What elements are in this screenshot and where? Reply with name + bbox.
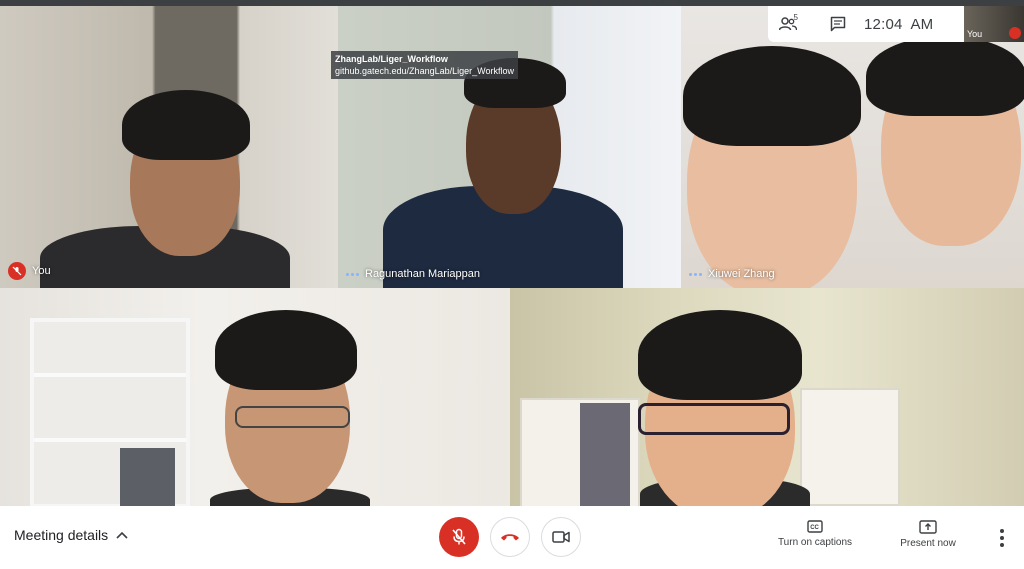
participant-hair-child <box>683 46 861 146</box>
tile-name-label: Ragunathan Mariappan <box>346 268 480 280</box>
self-view-label: You <box>967 29 983 39</box>
captions-button[interactable]: CC Turn on captions <box>775 520 855 548</box>
svg-text:CC: CC <box>810 525 819 531</box>
present-label: Present now <box>900 538 956 549</box>
shelf <box>34 438 186 442</box>
participant-hair <box>122 90 250 160</box>
closet-opening <box>580 403 630 506</box>
self-view-thumbnail[interactable]: You <box>964 6 1024 42</box>
video-tile-you[interactable]: You <box>0 6 338 288</box>
participants-button[interactable]: 5 <box>768 6 808 42</box>
glasses <box>235 406 350 428</box>
meeting-details-label: Meeting details <box>14 527 109 543</box>
tooltip-title: ZhangLab/Liger_Workflow <box>335 54 448 64</box>
video-tile-participant-4[interactable] <box>0 288 510 506</box>
participant-hair <box>866 36 1024 116</box>
mic-off-icon <box>452 528 466 545</box>
tile-name: Ragunathan Mariappan <box>365 268 480 280</box>
video-tile-participant-5[interactable] <box>510 288 1024 506</box>
present-screen-icon <box>919 520 937 534</box>
speaking-indicator-icon <box>689 272 702 276</box>
more-options-button[interactable] <box>992 524 1012 552</box>
tile-name-label: Xiuwei Zhang <box>689 268 775 280</box>
video-camera-icon <box>552 531 570 543</box>
top-right-panel: 5 12:04 AM You <box>768 6 1024 42</box>
tile-name-label: You <box>8 262 51 280</box>
meeting-clock: 12:04 AM <box>864 15 934 33</box>
link-tooltip: ZhangLab/Liger_Workflow github.gatech.ed… <box>331 51 518 79</box>
tile-name: Xiuwei Zhang <box>708 268 775 280</box>
camera-toggle-button[interactable] <box>541 517 581 557</box>
door <box>800 388 900 506</box>
speaking-indicator-icon <box>346 272 359 276</box>
hang-up-icon <box>501 534 519 541</box>
participants-count: 5 <box>793 13 798 22</box>
video-tile-ragunathan[interactable]: Ragunathan Mariappan <box>338 6 681 288</box>
chat-icon <box>830 16 846 32</box>
mic-toggle-button[interactable] <box>439 517 479 557</box>
captions-label: Turn on captions <box>777 537 853 548</box>
chat-button[interactable] <box>818 6 858 42</box>
more-vert-icon <box>1000 529 1004 533</box>
participant-hair <box>215 310 357 390</box>
mic-off-icon <box>8 262 26 280</box>
video-tile-xiuwei[interactable]: Xiuwei Zhang <box>681 6 1024 288</box>
shelf <box>34 373 186 377</box>
meeting-details-button[interactable]: Meeting details <box>14 527 128 543</box>
participant-hair <box>638 310 802 400</box>
tooltip-url: github.gatech.edu/ZhangLab/Liger_Workflo… <box>335 66 514 76</box>
chevron-up-icon <box>116 531 128 539</box>
leave-call-button[interactable] <box>490 517 530 557</box>
tile-name: You <box>32 265 51 277</box>
mic-off-icon <box>1009 27 1021 39</box>
closed-captions-icon: CC <box>807 520 823 533</box>
storage-drawers <box>120 448 175 506</box>
bottom-control-bar: Meeting details CC Turn on captions Pres… <box>0 506 1024 569</box>
glasses <box>638 403 790 435</box>
present-now-button[interactable]: Present now <box>893 520 963 549</box>
